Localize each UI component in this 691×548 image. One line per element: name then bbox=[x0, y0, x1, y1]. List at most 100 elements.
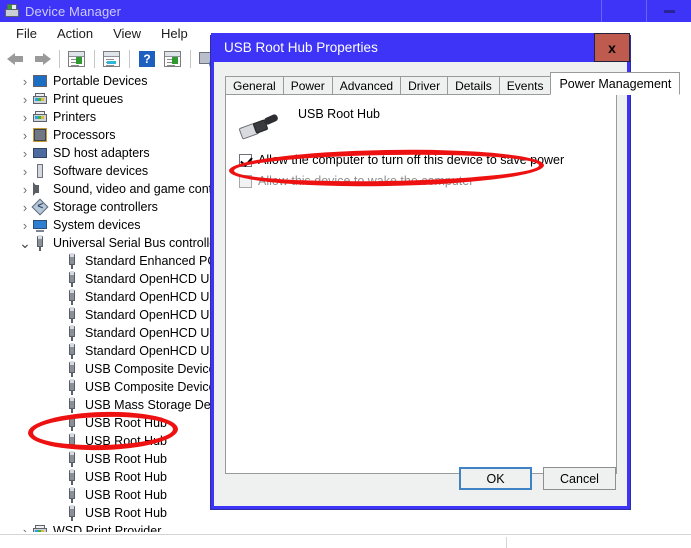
toolbar-separator bbox=[129, 49, 130, 68]
speaker-icon bbox=[32, 181, 48, 197]
device-header: USB Root Hub bbox=[238, 107, 380, 145]
chevron-right-icon[interactable]: › bbox=[18, 164, 32, 179]
forward-arrow-icon[interactable] bbox=[31, 48, 53, 70]
device-manager-icon bbox=[4, 3, 20, 19]
usb-icon bbox=[64, 433, 80, 449]
tree-item-label: WSD Print Provider bbox=[53, 524, 162, 532]
tab-advanced[interactable]: Advanced bbox=[331, 76, 402, 95]
menu-file[interactable]: File bbox=[6, 24, 47, 44]
chevron-right-icon[interactable]: › bbox=[18, 146, 32, 161]
allow-wake-computer-label: Allow this device to wake the computer bbox=[258, 174, 474, 188]
power-management-panel: USB Root Hub Allow the computer to turn … bbox=[225, 94, 617, 474]
tree-item-label: USB Root Hub bbox=[85, 416, 167, 430]
close-icon[interactable]: x bbox=[594, 33, 630, 62]
usb-icon bbox=[64, 451, 80, 467]
show-hide-console-tree-icon[interactable] bbox=[66, 48, 88, 70]
window-controls bbox=[601, 0, 691, 22]
usb-icon bbox=[64, 397, 80, 413]
toolbar-separator bbox=[59, 49, 60, 68]
chevron-right-icon[interactable]: › bbox=[18, 218, 32, 233]
minimize-icon bbox=[663, 9, 675, 13]
tree-item-label: USB Root Hub bbox=[85, 452, 167, 466]
usb-icon bbox=[64, 325, 80, 341]
minimize-button[interactable] bbox=[646, 0, 691, 22]
allow-turn-off-device-row[interactable]: Allow the computer to turn off this devi… bbox=[239, 153, 564, 167]
update-driver-icon[interactable] bbox=[162, 48, 184, 70]
chevron-right-icon[interactable]: › bbox=[18, 110, 32, 125]
tree-item-label: Processors bbox=[53, 128, 116, 142]
tree-item-label: USB Root Hub bbox=[85, 488, 167, 502]
menu-help[interactable]: Help bbox=[151, 24, 198, 44]
usb-icon bbox=[64, 253, 80, 269]
usb-icon bbox=[64, 469, 80, 485]
dialog-title: USB Root Hub Properties bbox=[224, 40, 378, 55]
printer-icon bbox=[32, 109, 48, 125]
tab-events[interactable]: Events bbox=[498, 76, 552, 95]
dialog-buttons: OK Cancel bbox=[448, 467, 616, 490]
cancel-button[interactable]: Cancel bbox=[543, 467, 616, 490]
tree-item-label: Software devices bbox=[53, 164, 149, 178]
usb-icon bbox=[64, 361, 80, 377]
tab-general[interactable]: General bbox=[225, 76, 284, 95]
tabstrip: General Power Advanced Driver Details Ev… bbox=[225, 72, 681, 95]
menu-view[interactable]: View bbox=[103, 24, 151, 44]
dialog-body: General Power Advanced Driver Details Ev… bbox=[214, 62, 681, 503]
placeholder-button bbox=[601, 0, 646, 22]
dialog-titlebar: USB Root Hub Properties x bbox=[211, 33, 630, 62]
chevron-right-icon[interactable]: › bbox=[18, 74, 32, 89]
tab-power[interactable]: Power bbox=[282, 76, 333, 95]
toolbar-separator bbox=[94, 49, 95, 68]
tree-item-label: USB Root Hub bbox=[85, 470, 167, 484]
device-name-label: USB Root Hub bbox=[298, 107, 380, 121]
usb-icon bbox=[64, 415, 80, 431]
chevron-right-icon[interactable]: › bbox=[18, 200, 32, 215]
window-titlebar: Device Manager bbox=[0, 0, 691, 22]
menu-action[interactable]: Action bbox=[47, 24, 103, 44]
chevron-right-icon[interactable]: › bbox=[18, 524, 32, 533]
allow-wake-computer-row: Allow this device to wake the computer bbox=[239, 174, 473, 188]
usb-plug-icon bbox=[238, 113, 279, 145]
status-bar bbox=[0, 534, 691, 548]
properties-icon[interactable] bbox=[101, 48, 123, 70]
portable-device-icon bbox=[32, 73, 48, 89]
usb-icon bbox=[64, 487, 80, 503]
usb-icon bbox=[64, 505, 80, 521]
ok-button[interactable]: OK bbox=[459, 467, 532, 490]
help-icon[interactable]: ? bbox=[136, 48, 158, 70]
chevron-down-icon[interactable]: ⌄ bbox=[18, 236, 32, 250]
back-arrow-icon[interactable] bbox=[5, 48, 27, 70]
usb-icon bbox=[64, 343, 80, 359]
chevron-right-icon[interactable]: › bbox=[18, 182, 32, 197]
tree-item-label: System devices bbox=[53, 218, 141, 232]
tree-item-label: Printers bbox=[53, 110, 97, 124]
usb-icon bbox=[64, 307, 80, 323]
tab-driver[interactable]: Driver bbox=[400, 76, 449, 95]
toolbar-separator bbox=[190, 49, 191, 68]
sd-card-icon bbox=[32, 145, 48, 161]
usb-icon bbox=[64, 271, 80, 287]
tree-item-label: Universal Serial Bus controllers bbox=[53, 236, 227, 250]
window-title: Device Manager bbox=[25, 3, 122, 19]
printer-icon bbox=[32, 523, 48, 532]
software-device-icon bbox=[32, 163, 48, 179]
tree-item-label: Storage controllers bbox=[53, 200, 158, 214]
tree-item-label: Print queues bbox=[53, 92, 124, 106]
printer-icon bbox=[32, 91, 48, 107]
usb-root-hub-properties-dialog: USB Root Hub Properties x General Power … bbox=[211, 33, 681, 509]
usb-icon bbox=[32, 235, 48, 251]
storage-controller-icon bbox=[31, 198, 49, 216]
tab-details[interactable]: Details bbox=[447, 76, 500, 95]
processor-icon bbox=[32, 127, 48, 143]
tree-item-label: SD host adapters bbox=[53, 146, 150, 160]
tab-power-management[interactable]: Power Management bbox=[550, 72, 681, 95]
tree-item-label: USB Composite Device bbox=[85, 380, 216, 394]
chevron-right-icon[interactable]: › bbox=[18, 92, 32, 107]
allow-turn-off-device-label: Allow the computer to turn off this devi… bbox=[258, 153, 565, 167]
screen: Device Manager File Action View Help ? ›… bbox=[0, 0, 691, 548]
tree-item[interactable]: › WSD Print Provider bbox=[0, 522, 691, 532]
allow-turn-off-device-checkbox[interactable] bbox=[239, 153, 252, 167]
system-device-icon bbox=[32, 217, 48, 233]
chevron-right-icon[interactable]: › bbox=[18, 128, 32, 143]
usb-icon bbox=[64, 379, 80, 395]
tree-item-label: USB Composite Device bbox=[85, 362, 216, 376]
